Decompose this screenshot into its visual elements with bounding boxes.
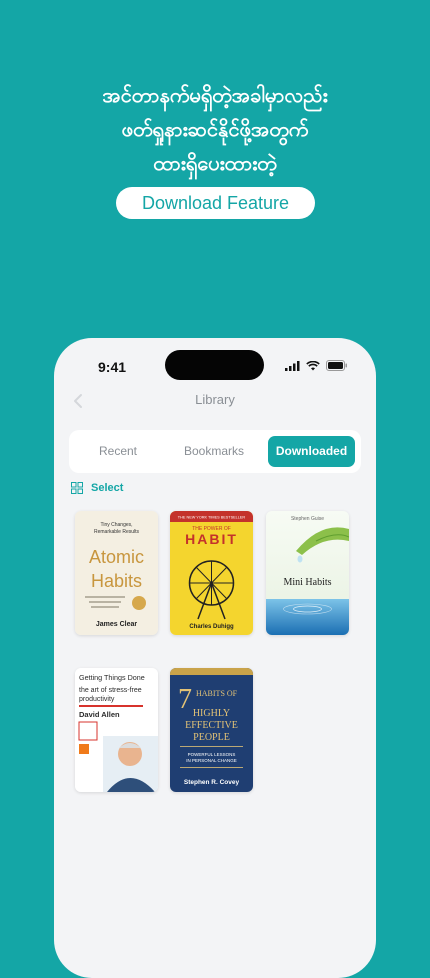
book-4-author: David Allen xyxy=(79,710,120,719)
phone-mockup: 9:41 Library Recent Bookmarks Downloaded xyxy=(54,338,376,978)
status-time: 9:41 xyxy=(98,359,127,375)
book-1-title-line-1: Atomic xyxy=(89,547,144,567)
promo-heading-line-2: ဖတ်ရှုနားဆင်နိုင်ဖို့အတွက် xyxy=(121,117,309,141)
book-2-title: HABIT xyxy=(185,531,238,547)
book-5-title-line-4: PEOPLE xyxy=(193,732,230,743)
book-3-title: Mini Habits xyxy=(283,577,331,588)
select-button[interactable]: Select xyxy=(71,482,123,494)
signal-icon xyxy=(285,360,300,371)
tab-recent[interactable]: Recent xyxy=(75,436,161,467)
book-4-title: Getting Things Done xyxy=(79,673,145,682)
book-5-author: Stephen R. Covey xyxy=(184,779,240,786)
book-cover-7-habits[interactable]: 7 HABITS OF HIGHLY EFFECTIVE PEOPLE POWE… xyxy=(170,668,253,792)
select-label: Select xyxy=(91,482,124,494)
book-1-author: James Clear xyxy=(96,621,138,628)
dynamic-island xyxy=(165,350,264,380)
library-tab-bar: Recent Bookmarks Downloaded xyxy=(69,430,361,473)
screen-title: Library xyxy=(195,392,235,407)
promo-heading: အင်တာနက်မရှိတဲ့အခါမှာလည်း ဖတ်ရှုနားဆင်နိ… xyxy=(0,78,430,180)
book-2-author: Charles Duhigg xyxy=(189,624,234,630)
promo-heading-line-1: အင်တာနက်မရှိတဲ့အခါမှာလည်း xyxy=(102,83,328,107)
book-5-title-line-3: EFFECTIVE xyxy=(185,720,238,731)
book-5-tagline-line-2: IN PERSONAL CHANGE xyxy=(186,758,237,763)
book-1-tagline-line-1: Tiny Changes, xyxy=(100,522,132,528)
status-icons xyxy=(285,360,348,371)
download-feature-pill: Download Feature xyxy=(116,187,315,219)
wifi-icon xyxy=(306,360,320,370)
book-1-title-line-2: Habits xyxy=(91,571,142,591)
battery-icon xyxy=(326,360,347,371)
book-5-title-line-2: HIGHLY xyxy=(193,708,230,719)
book-4-subtitle-line-1: the art of stress-free xyxy=(79,687,142,694)
book-1-tagline-line-2: Remarkable Results xyxy=(94,529,140,535)
book-4-subtitle-line-2: productivity xyxy=(79,696,115,703)
tab-bookmarks[interactable]: Bookmarks xyxy=(169,436,259,467)
book-cover-power-of-habit[interactable]: THE NEW YORK TIMES BESTSELLER THE POWER … xyxy=(170,511,253,635)
book-3-author: Stephen Guise xyxy=(291,516,324,522)
tab-downloaded[interactable]: Downloaded xyxy=(268,436,355,467)
book-cover-getting-things-done[interactable]: Getting Things Done the art of stress-fr… xyxy=(75,668,158,792)
book-cover-mini-habits[interactable]: Stephen Guise Mini Habits xyxy=(266,511,349,635)
book-2-banner: THE NEW YORK TIMES BESTSELLER xyxy=(178,516,246,520)
book-cover-atomic-habits[interactable]: Tiny Changes, Remarkable Results Atomic … xyxy=(75,511,158,635)
grid-select-icon xyxy=(71,482,83,494)
book-5-tagline-line-1: POWERFUL LESSONS xyxy=(188,752,236,757)
promo-heading-line-3: ထားရှိပေးထားတဲ့ xyxy=(153,151,277,175)
book-5-title-line-1: HABITS OF xyxy=(196,689,238,698)
book-5-title-number: 7 xyxy=(178,684,192,715)
